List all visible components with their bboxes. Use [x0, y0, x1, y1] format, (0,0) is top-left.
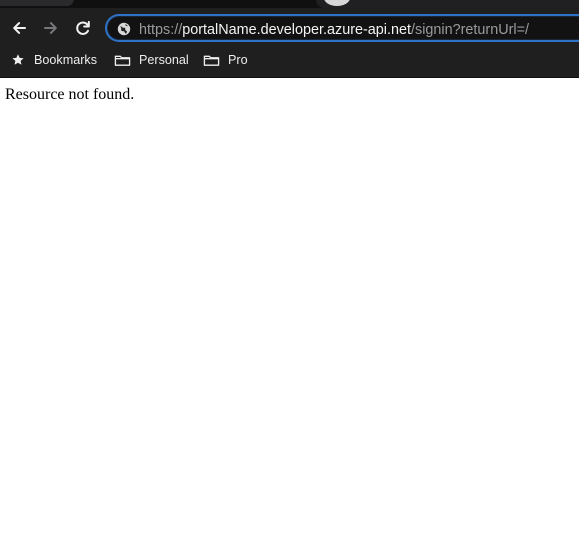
bookmark-bookmarks[interactable]: Bookmarks: [10, 50, 97, 70]
inactive-tab[interactable]: [0, 0, 74, 6]
bookmark-folder-pro[interactable]: Pro: [203, 50, 248, 70]
url-text[interactable]: https://portalName.developer.azure-api.n…: [139, 21, 529, 39]
browser-chrome: https://portalName.developer.azure-api.n…: [0, 0, 579, 78]
globe-icon[interactable]: [117, 22, 131, 36]
bookmark-label-personal: Personal: [139, 53, 189, 67]
back-button[interactable]: [7, 16, 31, 40]
bookmark-folder-personal[interactable]: Personal: [114, 50, 189, 70]
bookmark-label-pro: Pro: [228, 53, 248, 67]
reload-button[interactable]: [71, 16, 95, 40]
folder-icon: [203, 55, 220, 66]
active-tab[interactable]: [316, 0, 579, 8]
tab-strip: [0, 0, 579, 8]
resource-not-found-message: Resource not found.: [5, 86, 135, 103]
url-scheme: https://: [139, 22, 183, 38]
address-bar[interactable]: https://portalName.developer.azure-api.n…: [105, 14, 579, 42]
page-content: Resource not found.: [0, 78, 579, 536]
folder-icon: [114, 55, 131, 66]
url-host: portalName.developer.azure-api.net: [182, 22, 411, 38]
star-icon: [12, 54, 24, 65]
browser-toolbar: https://portalName.developer.azure-api.n…: [0, 8, 579, 46]
back-arrow-icon: [13, 22, 26, 34]
url-path: /signin?returnUrl=/: [411, 22, 529, 38]
forward-arrow-icon: [44, 22, 57, 34]
bookmark-label-bookmarks: Bookmarks: [34, 53, 97, 67]
forward-button[interactable]: [39, 16, 63, 40]
bookmarks-bar: Bookmarks Personal Pro: [0, 46, 579, 74]
reload-icon: [76, 20, 90, 35]
